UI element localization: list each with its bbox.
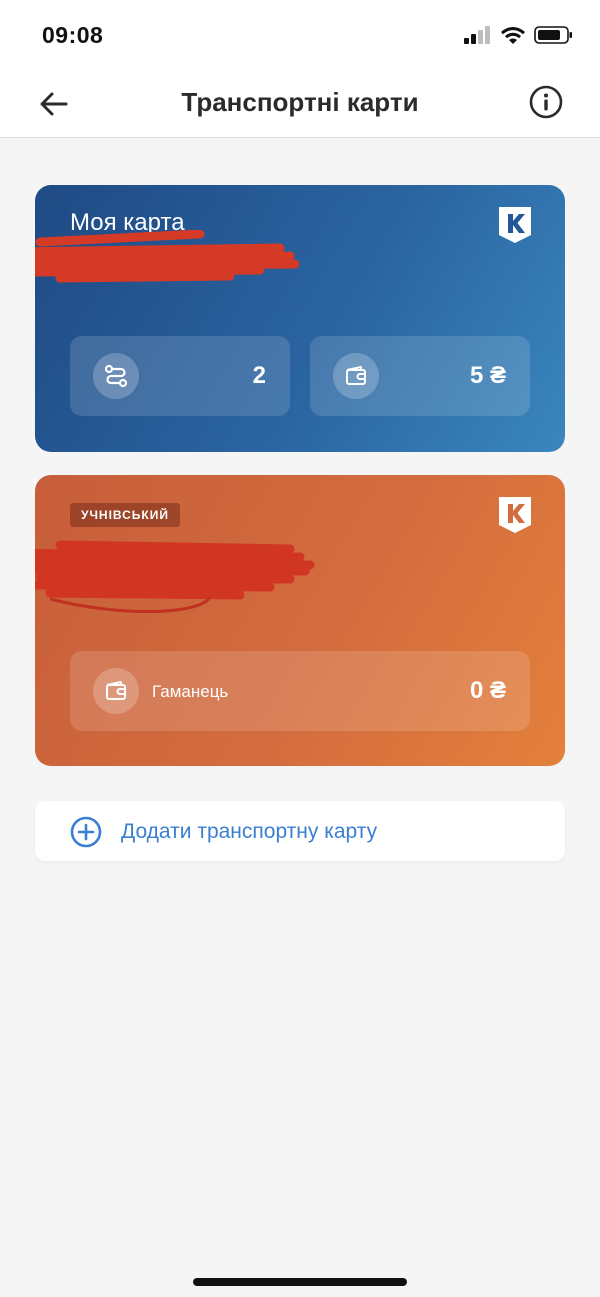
route-icon (104, 364, 128, 388)
wallet-tile[interactable]: 5 ₴ (310, 336, 530, 416)
transport-card-student[interactable]: УЧНІВСЬКИЙ Гаманець 0 ₴ (35, 475, 565, 766)
k-shield-logo-icon (499, 497, 531, 533)
trips-count: 2 (252, 362, 266, 389)
screen: 09:08 Транспортні карти Моя карта 2 5 ₴ … (0, 0, 600, 1297)
status-icons (464, 25, 574, 45)
plus-circle-icon (70, 816, 102, 848)
home-indicator (193, 1278, 407, 1286)
battery-icon (534, 26, 572, 44)
wallet-balance: 5 ₴ (469, 362, 506, 389)
info-icon (529, 85, 563, 119)
header: Транспортні карти (0, 70, 600, 138)
wallet-icon (346, 366, 366, 385)
card-type-badge: УЧНІВСЬКИЙ (70, 503, 180, 527)
cellular-signal-icon (464, 26, 490, 44)
status-time: 09:08 (42, 22, 104, 48)
wallet-balance: 0 ₴ (469, 677, 506, 704)
redaction-scribble (35, 230, 300, 283)
add-transport-card-label: Додати транспортну карту (121, 820, 378, 843)
status-bar: 09:08 (0, 0, 600, 70)
page-title: Транспортні карти (181, 87, 419, 117)
tile-icon-wrap (333, 353, 379, 399)
wifi-icon (501, 27, 525, 44)
trips-tile[interactable]: 2 (70, 336, 290, 416)
tile-icon-wrap (93, 668, 139, 714)
redaction-scribble (35, 540, 315, 613)
transport-card-my[interactable]: Моя карта 2 5 ₴ (35, 185, 565, 452)
wallet-label: Гаманець (152, 682, 229, 701)
add-transport-card-button[interactable]: Додати транспортну карту (35, 801, 565, 861)
wallet-icon (106, 681, 126, 700)
tile-icon-wrap (93, 353, 139, 399)
k-shield-logo-icon (499, 207, 531, 243)
wallet-tile[interactable]: Гаманець 0 ₴ (70, 651, 530, 731)
info-button[interactable] (528, 84, 564, 120)
